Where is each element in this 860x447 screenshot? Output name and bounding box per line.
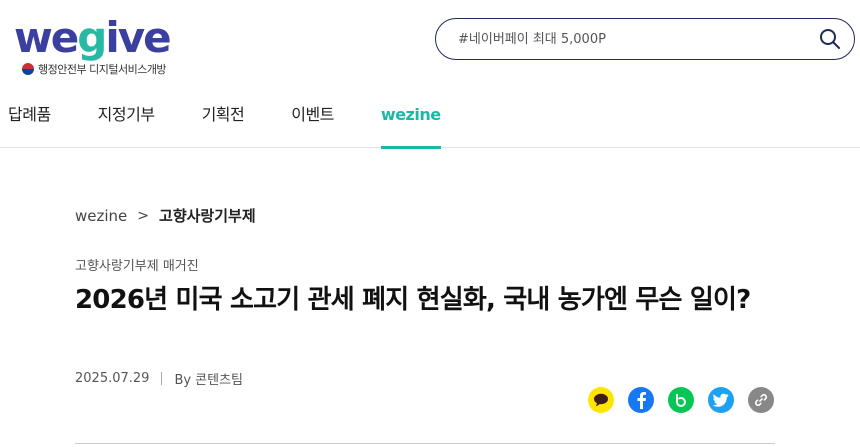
article-title: 2026년 미국 소고기 관세 폐지 현실화, 국내 농가엔 무슨 일이? <box>75 285 751 315</box>
breadcrumb: wezine > 고향사랑기부제 <box>75 205 256 226</box>
band-icon[interactable] <box>668 387 694 413</box>
breadcrumb-current[interactable]: 고향사랑기부제 <box>159 205 256 226</box>
nav-item-designated-donation[interactable]: 지정기부 <box>98 95 155 148</box>
meta-divider <box>161 372 163 385</box>
article-author: By 콘텐츠팀 <box>174 373 244 388</box>
breadcrumb-home[interactable]: wezine <box>75 207 127 225</box>
nav-item-gifts[interactable]: 답례품 <box>8 95 51 148</box>
breadcrumb-separator: > <box>137 207 150 224</box>
facebook-icon[interactable] <box>628 387 654 413</box>
share-buttons <box>588 387 774 413</box>
article-meta: 2025.07.29 By 콘텐츠팀 <box>75 369 243 388</box>
nav-item-exhibition[interactable]: 기획전 <box>202 95 245 148</box>
twitter-icon[interactable] <box>708 387 734 413</box>
main-nav: 답례품 지정기부 기획전 이벤트 wezine <box>0 95 488 149</box>
nav-item-wezine[interactable]: wezine <box>380 95 441 149</box>
search-input[interactable] <box>458 19 808 59</box>
logo-subtitle-text: 행정안전부 디지털서비스개방 <box>38 63 167 76</box>
taegeuk-icon <box>22 63 34 75</box>
site-logo[interactable]: wegive 행정안전부 디지털서비스개방 <box>14 14 194 78</box>
logo-subtitle: 행정안전부 디지털서비스개방 <box>22 61 167 77</box>
search-icon[interactable] <box>818 27 842 51</box>
article-category: 고향사랑기부제 매거진 <box>75 259 199 274</box>
search-bar <box>435 18 855 60</box>
kakao-icon[interactable] <box>588 387 614 413</box>
link-icon[interactable] <box>748 387 774 413</box>
article-date: 2025.07.29 <box>75 371 150 386</box>
site-header: wegive 행정안전부 디지털서비스개방 답례품 지정기부 기획전 이벤트 w… <box>0 0 860 149</box>
nav-item-events[interactable]: 이벤트 <box>291 95 334 148</box>
content-divider <box>75 443 775 444</box>
logo-wordmark: wegive <box>14 13 172 62</box>
